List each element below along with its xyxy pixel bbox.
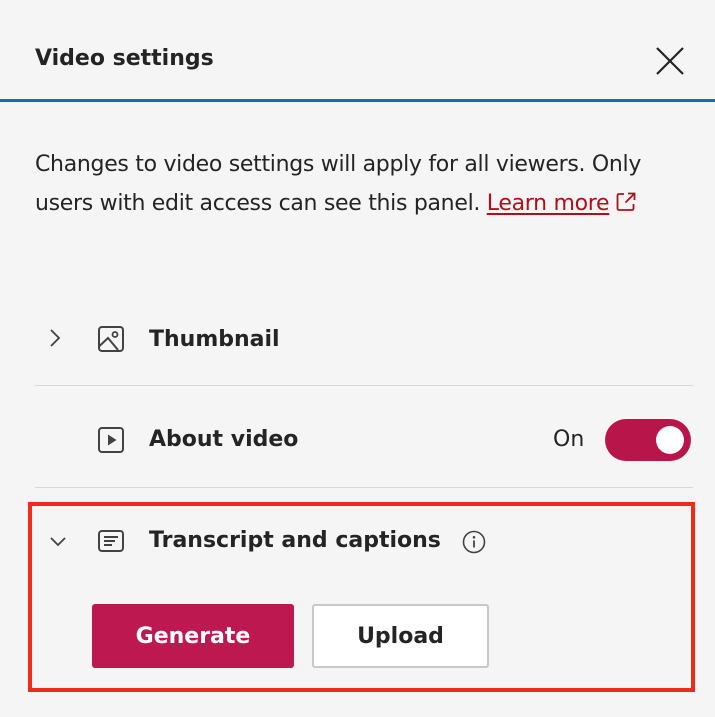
image-icon: [97, 325, 125, 357]
learn-more-link[interactable]: Learn more: [487, 191, 610, 216]
panel-title: Video settings: [35, 46, 214, 71]
video-settings-panel: Video settings Changes to video settings…: [0, 0, 715, 717]
play-icon: [97, 426, 125, 458]
about-video-label: About video: [149, 427, 299, 452]
external-link-icon[interactable]: [615, 187, 637, 226]
about-video-toggle[interactable]: [605, 419, 691, 461]
generate-button[interactable]: Generate: [92, 604, 294, 668]
section-divider: [35, 487, 693, 488]
transcript-label[interactable]: Transcript and captions: [149, 526, 441, 556]
upload-button[interactable]: Upload: [312, 604, 489, 668]
panel-header: Video settings: [0, 0, 715, 102]
toggle-state-label: On: [553, 427, 585, 452]
transcript-icon: [97, 527, 125, 559]
toggle-knob: [656, 426, 684, 454]
intro-text: Changes to video settings will apply for…: [35, 145, 703, 226]
info-icon[interactable]: [461, 529, 487, 559]
section-divider: [35, 385, 693, 386]
close-icon[interactable]: [652, 43, 688, 79]
thumbnail-label[interactable]: Thumbnail: [149, 325, 280, 355]
chevron-down-icon[interactable]: [47, 534, 69, 553]
chevron-right-icon[interactable]: [48, 326, 62, 354]
